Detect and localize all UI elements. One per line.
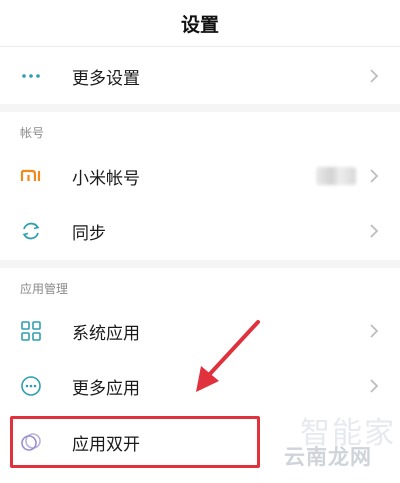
annotation-arrow-icon <box>196 320 260 392</box>
settings-screen: 设置 更多设置 帐号 小米帐号 同步 应用管理 系统应用 更多应用 应用双开 智… <box>0 0 400 483</box>
